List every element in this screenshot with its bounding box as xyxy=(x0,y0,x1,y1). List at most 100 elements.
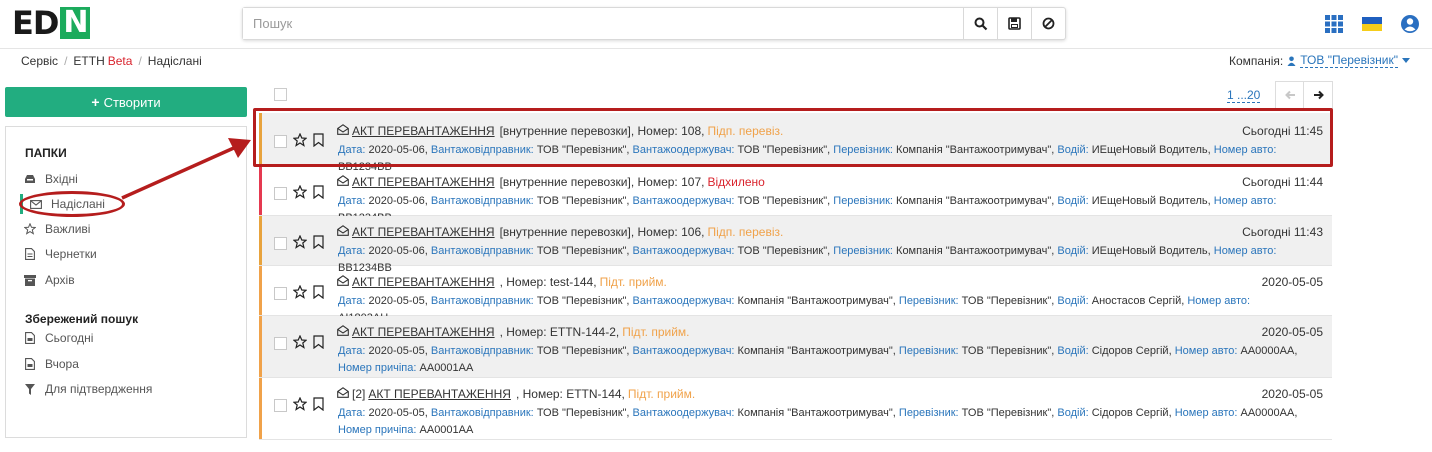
detail-key: Перевізник: xyxy=(833,245,893,257)
row-title-line: АКТ ПЕРЕВАНТАЖЕННЯ , Номер: ETTN-144-2, Пі… xyxy=(337,325,690,339)
favorite-button[interactable] xyxy=(292,184,308,202)
favorite-button[interactable] xyxy=(292,284,308,302)
detail-key: Вантажоодержувач: xyxy=(632,345,735,357)
detail-value: Компанія "Вантажоотримувач", xyxy=(896,245,1055,257)
detail-key: Перевізник: xyxy=(833,195,893,207)
document-link[interactable]: АКТ ПЕРЕВАНТАЖЕННЯ xyxy=(352,225,495,239)
sidebar-item-label: Чернетки xyxy=(45,247,97,261)
row-title-line: АКТ ПЕРЕВАНТАЖЕННЯ [внутренние перевозки]… xyxy=(337,175,765,189)
company-label: Компанія: xyxy=(1229,53,1284,68)
detail-value: ИЕщеНовый Водитель, xyxy=(1091,195,1211,207)
detail-key: Перевізник: xyxy=(898,295,959,307)
table-row[interactable]: АКТ ПЕРЕВАНТАЖЕННЯ [внутренние перевозки]… xyxy=(259,166,1332,224)
logo[interactable]: ED N xyxy=(12,4,91,42)
bookmark-button[interactable] xyxy=(313,235,324,252)
bookmark-button[interactable] xyxy=(313,397,324,414)
profile-button[interactable] xyxy=(1400,14,1420,34)
detail-value: 2020-05-05, xyxy=(368,295,428,307)
company-dropdown[interactable]: ТОВ "Перевізник" xyxy=(1300,53,1398,68)
company-selector: Компанія: ТОВ "Перевізник" xyxy=(1229,53,1410,68)
row-checkbox[interactable] xyxy=(274,187,287,200)
top-bar: ED N xyxy=(0,0,1432,48)
table-row[interactable]: АКТ ПЕРЕВАНТАЖЕННЯ , Номер: test-144, Підт… xyxy=(259,266,1332,324)
row-checkbox[interactable] xyxy=(274,337,287,350)
select-all-checkbox[interactable] xyxy=(274,88,287,101)
bookmark-button[interactable] xyxy=(313,185,324,202)
bookmark-icon xyxy=(313,397,324,412)
draft-icon xyxy=(23,248,37,260)
table-row[interactable]: [2] АКТ ПЕРЕВАНТАЖЕННЯ, Номер: ETTN-144, П… xyxy=(259,378,1332,440)
prev-page-button[interactable] xyxy=(1275,81,1305,109)
sidebar: ПАПКИ Вхідні Надіслані Важливі Чернетки … xyxy=(5,126,247,438)
file-icon xyxy=(23,358,37,370)
detail-key: Перевізник: xyxy=(898,407,959,419)
row-checkbox[interactable] xyxy=(274,287,287,300)
breadcrumb-ettn[interactable]: ЕТТН xyxy=(73,54,104,68)
logo-text: ED xyxy=(12,4,59,42)
detail-key: Дата: xyxy=(338,345,366,357)
folders-heading: ПАПКИ xyxy=(25,146,67,160)
document-meta: , Номер: ETTN-144, xyxy=(515,387,625,401)
favorite-button[interactable] xyxy=(292,334,308,352)
row-date: Сьогодні 11:44 xyxy=(1242,175,1323,189)
detail-value: Сідоров Сергій, xyxy=(1091,345,1172,357)
star-outline-icon xyxy=(292,234,308,249)
bookmark-button[interactable] xyxy=(313,335,324,352)
sidebar-item-drafts[interactable]: Чернетки xyxy=(23,244,97,264)
user-icon xyxy=(1401,15,1419,33)
row-checkbox[interactable] xyxy=(274,399,287,412)
save-search-button[interactable] xyxy=(997,8,1031,39)
plus-icon: + xyxy=(91,94,100,110)
create-button[interactable]: + Створити xyxy=(5,87,247,117)
document-link[interactable]: АКТ ПЕРЕВАНТАЖЕННЯ xyxy=(352,175,495,189)
star-outline-icon xyxy=(292,184,308,199)
detail-value: 2020-05-05, xyxy=(368,407,428,419)
document-link[interactable]: АКТ ПЕРЕВАНТАЖЕННЯ xyxy=(352,325,495,339)
document-link[interactable]: АКТ ПЕРЕВАНТАЖЕННЯ xyxy=(368,387,511,401)
apps-button[interactable] xyxy=(1324,14,1344,34)
saved-search-label: Для підтвердження xyxy=(45,382,153,396)
saved-search-today[interactable]: Сьогодні xyxy=(23,328,93,348)
table-row[interactable]: АКТ ПЕРЕВАНТАЖЕННЯ , Номер: ETTN-144-2, Пі… xyxy=(259,316,1332,378)
file-icon xyxy=(23,332,37,344)
detail-key: Вантажоодержувач: xyxy=(632,295,735,307)
saved-search-yesterday[interactable]: Вчора xyxy=(23,354,79,374)
detail-value: АА0001АА xyxy=(419,424,474,436)
language-button[interactable] xyxy=(1362,14,1382,34)
bookmark-icon xyxy=(313,285,324,300)
row-date: 2020-05-05 xyxy=(1261,387,1323,401)
document-meta: , Номер: test-144, xyxy=(499,275,597,289)
bookmark-button[interactable] xyxy=(313,285,324,302)
detail-key: Вантажовідправник: xyxy=(430,195,534,207)
document-link[interactable]: АКТ ПЕРЕВАНТАЖЕННЯ xyxy=(352,275,495,289)
search-input[interactable] xyxy=(243,8,963,39)
bookmark-icon xyxy=(313,185,324,200)
sidebar-item-inbox[interactable]: Вхідні xyxy=(23,169,78,189)
row-title-line: АКТ ПЕРЕВАНТАЖЕННЯ [внутренние перевозки]… xyxy=(337,225,783,239)
envelope-open-icon xyxy=(337,275,349,289)
sidebar-item-archive[interactable]: Архів xyxy=(23,270,75,290)
breadcrumb-service[interactable]: Сервіс xyxy=(21,54,58,68)
sidebar-item-label: Важливі xyxy=(45,222,91,236)
arrow-right-icon xyxy=(1313,90,1324,100)
saved-search-confirm[interactable]: Для підтвердження xyxy=(23,379,152,399)
row-checkbox[interactable] xyxy=(274,237,287,250)
search-button[interactable] xyxy=(963,8,997,39)
filter-icon xyxy=(23,383,37,395)
table-row[interactable]: АКТ ПЕРЕВАНТАЖЕННЯ [внутренние перевозки]… xyxy=(259,216,1332,274)
envelope-open-icon xyxy=(337,175,349,189)
document-meta: [внутренние перевозки], Номер: 107, xyxy=(499,175,705,189)
status-stripe xyxy=(259,266,262,315)
favorite-button[interactable] xyxy=(292,396,308,414)
favorite-button[interactable] xyxy=(292,234,308,252)
caret-down-icon[interactable] xyxy=(1402,57,1410,64)
breadcrumb-separator: / xyxy=(64,53,68,68)
sidebar-item-important[interactable]: Важливі xyxy=(23,219,90,239)
detail-key: Водій: xyxy=(1057,245,1089,257)
page-range[interactable]: 1 ...20 xyxy=(1227,88,1261,103)
next-page-button[interactable] xyxy=(1303,81,1333,109)
status-stripe xyxy=(259,378,262,439)
status-badge: Підт. прийм. xyxy=(627,387,696,401)
clear-search-button[interactable] xyxy=(1031,8,1065,39)
detail-key: Номер авто: xyxy=(1187,295,1251,307)
